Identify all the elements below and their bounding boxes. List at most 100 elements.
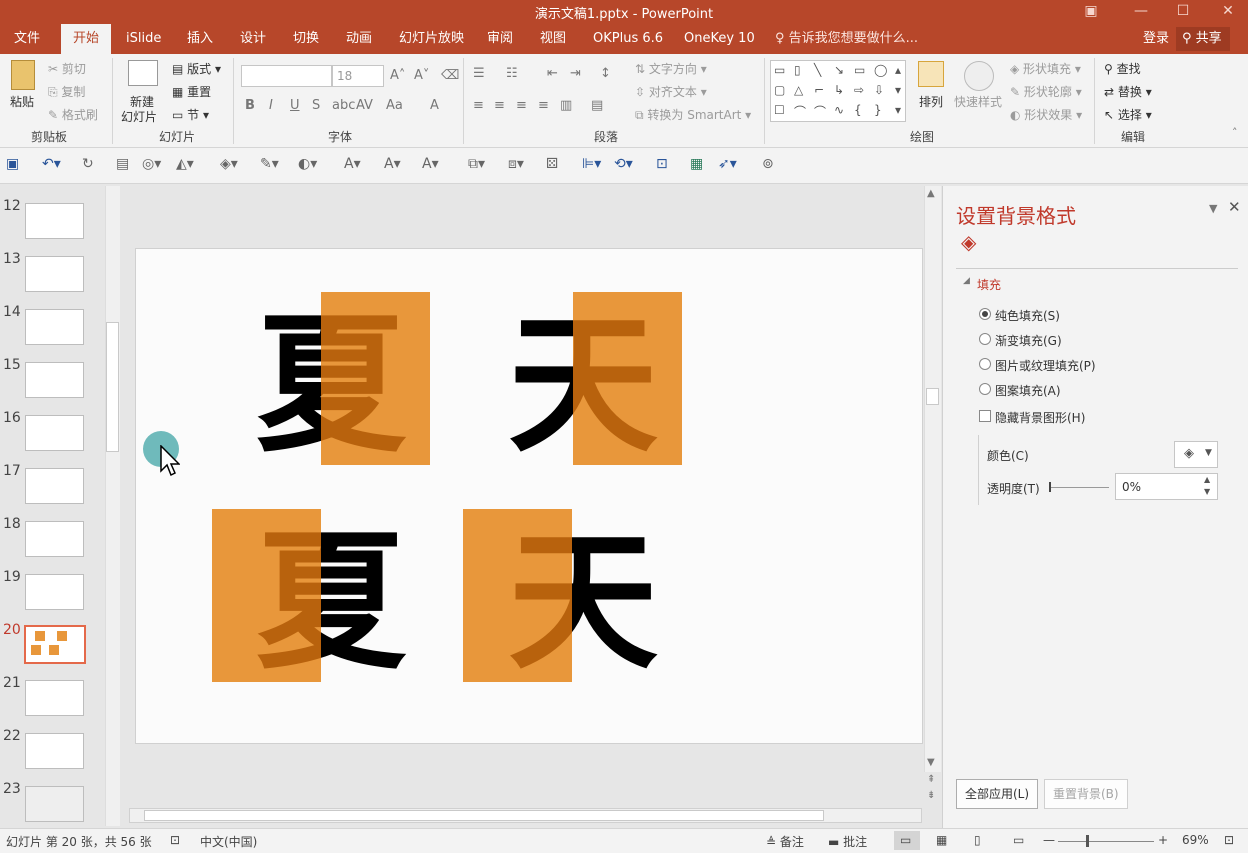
- bullets-icon[interactable]: ☰: [473, 66, 485, 81]
- maximize-button[interactable]: ☐: [1172, 1, 1194, 21]
- vertical-textbox-icon[interactable]: ▯: [794, 63, 801, 77]
- rotate-tool-icon[interactable]: ⟲▾: [614, 156, 633, 172]
- slide-thumbnail[interactable]: [25, 574, 84, 610]
- replace-button[interactable]: ⇄ 替换 ▾: [1104, 83, 1152, 100]
- arc-icon[interactable]: ⌒: [814, 103, 826, 120]
- ribbon-display-options-icon[interactable]: ▣: [1080, 1, 1102, 21]
- elbow-arrow-icon[interactable]: ↳: [834, 83, 844, 97]
- tab-onekey[interactable]: OneKey 10: [684, 24, 755, 54]
- close-button[interactable]: ✕: [1217, 1, 1239, 21]
- slide-thumbnail[interactable]: [25, 203, 84, 239]
- clear-format-icon[interactable]: ⌫: [441, 68, 459, 83]
- slide-thumbnail[interactable]: [25, 362, 84, 398]
- notes-button[interactable]: ≜ 备注: [766, 833, 804, 850]
- shape-outline-button[interactable]: ✎ 形状轮廓 ▾: [1010, 83, 1082, 100]
- underline-icon[interactable]: U: [290, 98, 300, 113]
- section-button[interactable]: ▭ 节 ▾: [172, 106, 209, 123]
- normal-view-icon[interactable]: ▭: [900, 833, 911, 847]
- ungroup-tool-icon[interactable]: ⧈▾: [508, 156, 524, 172]
- transparency-input[interactable]: 0% ▲ ▼: [1115, 473, 1218, 500]
- slide-vertical-scroll-thumb[interactable]: [926, 388, 939, 405]
- textbox-tool-icon[interactable]: ▤: [116, 156, 129, 172]
- rectangle-icon[interactable]: ▭: [854, 63, 865, 77]
- left-brace-icon[interactable]: {: [854, 103, 862, 117]
- freeform-icon[interactable]: ☐: [774, 103, 785, 117]
- slide-tool-icon[interactable]: ▦: [690, 156, 703, 172]
- font-color-icon[interactable]: A: [430, 98, 439, 113]
- triangle-icon[interactable]: △: [794, 83, 803, 97]
- pattern-fill-label[interactable]: 图案填充(A): [995, 382, 1061, 399]
- italic-icon[interactable]: I: [269, 98, 273, 113]
- slideshow-view-icon[interactable]: ▭: [1013, 833, 1024, 847]
- find-button[interactable]: ⚲ 查找: [1104, 60, 1141, 77]
- slide-canvas[interactable]: 夏 夏 天 天 夏 夏 天 天: [135, 248, 923, 744]
- gallery-scroll-up-icon[interactable]: ▴: [895, 63, 901, 77]
- format-painter-button[interactable]: ✎ 格式刷: [48, 106, 98, 123]
- strikethrough-icon[interactable]: abc: [332, 98, 355, 113]
- undo-icon[interactable]: ↶▾: [42, 156, 61, 172]
- smartart-button[interactable]: ⧉ 转换为 SmartArt ▾: [635, 106, 751, 123]
- slide-thumbnail[interactable]: [25, 786, 84, 822]
- language-indicator[interactable]: 中文(中国): [200, 833, 257, 850]
- layout-button[interactable]: ▤ 版式 ▾: [172, 60, 221, 77]
- text-outline-tool-icon[interactable]: A▾: [422, 156, 439, 172]
- reset-button[interactable]: ▦ 重置: [172, 83, 211, 100]
- tab-slideshow[interactable]: 幻灯片放映: [399, 24, 464, 54]
- zoom-level[interactable]: 69%: [1182, 833, 1209, 847]
- collapse-arrow-icon[interactable]: ◢: [963, 276, 970, 286]
- select-button[interactable]: ↖ 选择 ▾: [1104, 106, 1152, 123]
- shrink-font-icon[interactable]: A˅: [414, 68, 429, 83]
- font-color-tool-icon[interactable]: A▾: [344, 156, 361, 172]
- picture-fill-label[interactable]: 图片或纹理填充(P): [995, 357, 1096, 374]
- fill-section-header[interactable]: 填充: [977, 276, 1001, 293]
- redo-icon[interactable]: ↻: [82, 156, 94, 172]
- arrange-button[interactable]: 排列: [919, 93, 943, 110]
- tab-insert[interactable]: 插入: [187, 24, 213, 54]
- text-direction-button[interactable]: ⇅ 文字方向 ▾: [635, 60, 707, 77]
- previous-slide-icon[interactable]: ⇞: [927, 774, 935, 785]
- distributed-icon[interactable]: ▥: [560, 98, 572, 113]
- tab-transitions[interactable]: 切换: [293, 24, 319, 54]
- quick-styles-icon[interactable]: [964, 61, 994, 91]
- font-size-box[interactable]: 18: [332, 65, 384, 87]
- arrange-icon[interactable]: [918, 61, 944, 87]
- pattern-fill-radio[interactable]: [979, 383, 991, 395]
- slide-sorter-icon[interactable]: ▦: [936, 833, 947, 847]
- new-slide-label-2[interactable]: 幻灯片: [121, 108, 157, 125]
- char-spacing-icon[interactable]: AV: [356, 98, 373, 113]
- tab-review[interactable]: 审阅: [487, 24, 513, 54]
- tab-design[interactable]: 设计: [240, 24, 266, 54]
- hide-background-checkbox[interactable]: [979, 410, 991, 422]
- tell-me-search[interactable]: ♀ 告诉我您想要做什么...: [775, 24, 918, 54]
- slide-vertical-scrollbar[interactable]: [924, 186, 941, 772]
- collapse-ribbon-icon[interactable]: ˄: [1232, 126, 1238, 139]
- slide-thumbnail[interactable]: [25, 309, 84, 345]
- minimize-button[interactable]: —: [1130, 1, 1152, 21]
- shadow-icon[interactable]: S: [312, 98, 320, 113]
- transparency-slider-handle[interactable]: [1049, 482, 1051, 492]
- paste-button[interactable]: 粘贴: [10, 93, 34, 110]
- align-tool-icon[interactable]: ⊫▾: [582, 156, 601, 172]
- slide-thumbnail[interactable]: [25, 256, 84, 292]
- columns-icon[interactable]: ▤: [591, 98, 603, 113]
- arrange-tool-icon[interactable]: ◭▾: [176, 156, 194, 172]
- increase-indent-icon[interactable]: ⇥: [570, 66, 581, 81]
- solid-fill-radio[interactable]: [979, 308, 991, 320]
- zoom-out-icon[interactable]: —: [1043, 833, 1055, 847]
- transparency-slider[interactable]: [1049, 487, 1109, 488]
- tab-animations[interactable]: 动画: [346, 24, 372, 54]
- grow-font-icon[interactable]: A˄: [390, 68, 405, 83]
- login-link[interactable]: 登录: [1143, 24, 1169, 54]
- right-brace-icon[interactable]: }: [874, 103, 882, 117]
- line-icon[interactable]: ╲: [814, 63, 821, 77]
- shapes-gallery[interactable]: ▭ ▯ ╲ ↘ ▭ ◯ ▢ △ ⌐ ↳ ⇨ ⇩ ☐ ⌒ ⌒ ∿ { } ▴ ▾ …: [770, 60, 906, 122]
- down-arrow-icon[interactable]: ⇩: [874, 83, 884, 97]
- spin-up-icon[interactable]: ▲: [1204, 475, 1210, 484]
- font-name-box[interactable]: [241, 65, 332, 87]
- rounded-rect-icon[interactable]: ▢: [774, 83, 785, 97]
- tab-file[interactable]: 文件: [14, 24, 40, 54]
- thumbnails-scroll-thumb[interactable]: [106, 322, 119, 452]
- change-case-icon[interactable]: Aa: [386, 98, 403, 113]
- fill-tool-icon[interactable]: ◈▾: [220, 156, 238, 172]
- line-spacing-icon[interactable]: ↕: [600, 66, 611, 81]
